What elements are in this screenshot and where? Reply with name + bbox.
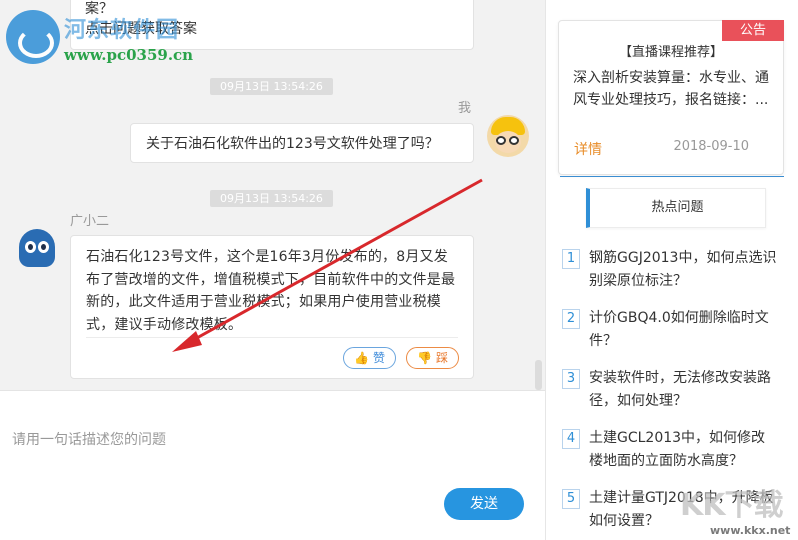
dislike-button[interactable]: 👎 踩: [406, 347, 459, 369]
site-logo-watermark: 河东软件园 www.pc0359.cn: [6, 8, 216, 70]
corner-url: www.kkx.net: [710, 524, 791, 537]
sender-label-me: 我: [458, 101, 472, 116]
right-sidebar: 公告 【直播课程推荐】 深入剖析安装算量：水专业、通风专业处理技巧，报名链接：.…: [545, 0, 798, 540]
hot-question-number: 4: [562, 429, 580, 449]
hot-question-number: 2: [562, 309, 580, 329]
corner-brand: KK下载: [680, 488, 783, 523]
user-message-bubble: 关于石油石化软件出的123号文软件处理了吗？: [130, 123, 474, 163]
notice-detail-link[interactable]: 详情: [574, 139, 602, 159]
hot-question-text: 计价GBQ4.0如何删除临时文件？: [589, 310, 769, 349]
user-avatar: [487, 115, 529, 157]
like-button[interactable]: 👍 赞: [343, 347, 396, 369]
hot-question-number: 1: [562, 249, 580, 269]
dislike-label: 踩: [435, 351, 448, 365]
notice-tag: 公告: [722, 20, 784, 41]
message-timestamp: 09月13日 13:54:26: [210, 78, 333, 95]
hot-question-number: 3: [562, 369, 580, 389]
notice-card: 公告 【直播课程推荐】 深入剖析安装算量：水专业、通风专业处理技巧，报名链接：.…: [558, 20, 784, 175]
send-button[interactable]: 发送: [444, 488, 524, 520]
chat-panel: 案？ 点击问题获取答案 09月13日 13:54:26 我 关于石油石化软件出的…: [0, 0, 545, 390]
hot-questions-header: 热点问题: [586, 188, 766, 228]
thumbs-up-icon: 👍: [354, 351, 369, 365]
logo-name: 河东软件园: [64, 18, 180, 43]
hot-question-text: 土建GCL2013中，如何修改楼地面的立面防水高度？: [589, 430, 766, 469]
thumbs-down-icon: 👎: [417, 351, 432, 365]
bot-answer-text: 石油石化123号文件，这个是16年3月份发布的，8月又发布了营改增的文件，增值税…: [86, 249, 456, 333]
notice-title: 【直播课程推荐】: [618, 45, 723, 60]
hot-question-number: 5: [562, 489, 580, 509]
corner-brand-watermark: KK下载 www.kkx.net: [680, 480, 798, 540]
chat-scrollbar[interactable]: [535, 360, 542, 390]
message-timestamp: 09月13日 13:54:26: [210, 190, 333, 207]
sender-label-bot: 广小二: [70, 214, 110, 229]
hot-question-item[interactable]: 4 土建GCL2013中，如何修改楼地面的立面防水高度？: [562, 427, 782, 477]
logo-url: www.pc0359.cn: [64, 46, 194, 64]
divider: [560, 176, 784, 177]
divider: [86, 337, 458, 338]
bot-answer-bubble: 石油石化123号文件，这个是16年3月份发布的，8月又发布了营改增的文件，增值税…: [70, 235, 474, 379]
logo-icon: [6, 10, 60, 64]
hot-question-item[interactable]: 3 安装软件时，无法修改安装路径，如何处理？: [562, 367, 782, 417]
notice-body: 深入剖析安装算量：水专业、通风专业处理技巧，报名链接：...: [573, 70, 769, 108]
like-label: 赞: [372, 351, 385, 365]
notice-date: 2018-09-10: [673, 139, 749, 154]
bot-avatar: [16, 225, 58, 269]
hot-question-text: 安装软件时，无法修改安装路径，如何处理？: [589, 370, 771, 409]
question-input-placeholder: 请用一句话描述您的问题: [12, 432, 166, 448]
hot-question-item[interactable]: 2 计价GBQ4.0如何删除临时文件？: [562, 307, 782, 357]
hot-question-text: 钢筋GGJ2013中，如何点选识别梁原位标注？: [589, 250, 777, 289]
hot-question-item[interactable]: 1 钢筋GGJ2013中，如何点选识别梁原位标注？: [562, 247, 782, 297]
question-input-area[interactable]: 请用一句话描述您的问题 发送: [0, 390, 545, 540]
